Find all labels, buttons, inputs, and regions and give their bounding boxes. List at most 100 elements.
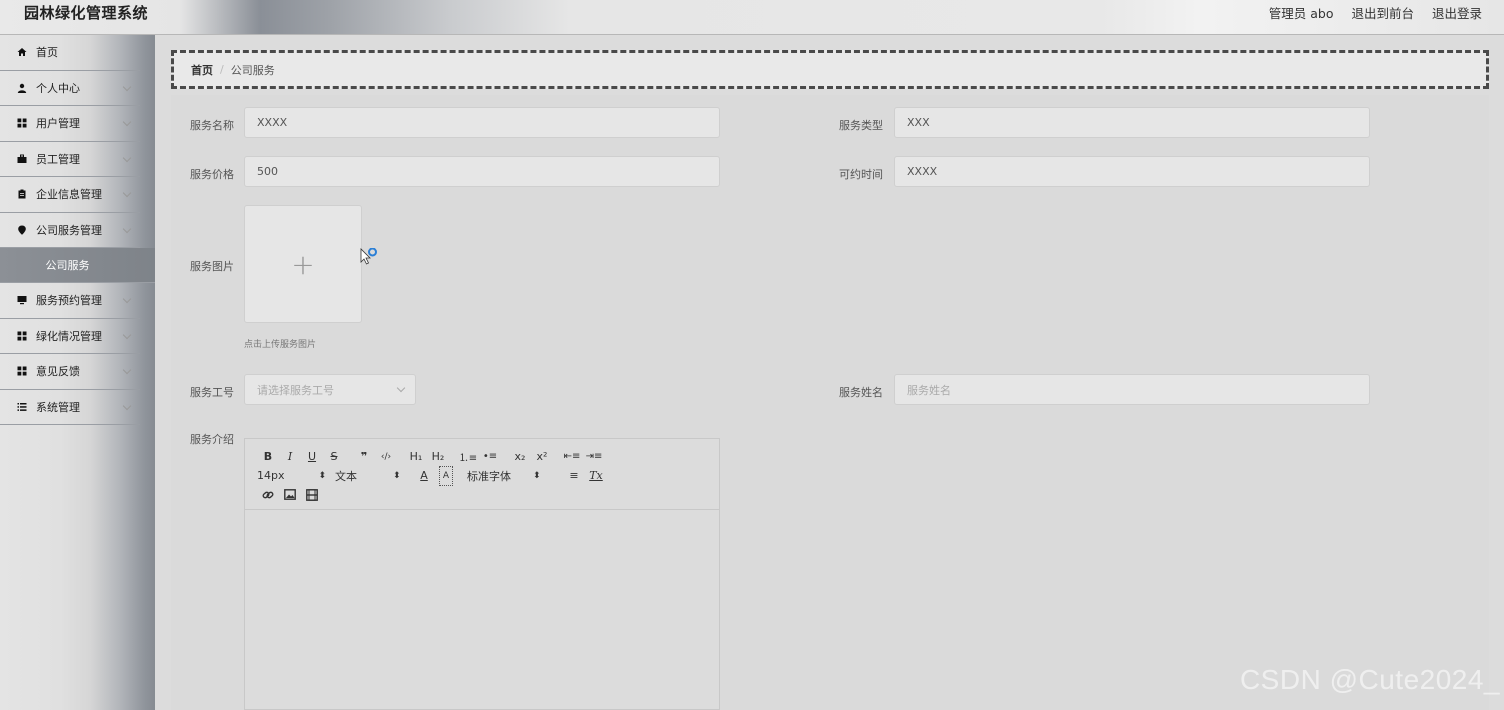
font-family-select[interactable]: 标准字体 ⬍: [467, 468, 563, 484]
font-size-select[interactable]: 14px ⬍: [257, 469, 335, 482]
code-block-button[interactable]: ‹/›: [375, 448, 397, 466]
sidebar-item-company-service[interactable]: 公司服务管理: [0, 213, 140, 248]
top-links: 管理员 abo 退出到前台 退出登录: [1269, 3, 1482, 22]
editor-content-area[interactable]: [245, 510, 719, 708]
breadcrumb-current: 公司服务: [230, 63, 275, 77]
logout-link[interactable]: 退出登录: [1432, 3, 1482, 22]
monitor-icon: [17, 295, 30, 305]
select-arrows-icon: ⬍: [393, 470, 401, 481]
staff-name-input[interactable]: 服务姓名: [894, 374, 1370, 405]
sidebar-item-label: 个人中心: [36, 81, 80, 95]
header-select[interactable]: 文本 ⬍: [335, 468, 413, 484]
sidebar-item-label: 意见反馈: [36, 365, 80, 379]
staff-number-label: 服务工号: [190, 386, 234, 399]
service-image-label: 服务图片: [190, 260, 234, 273]
staff-number-select[interactable]: 请选择服务工号: [244, 374, 416, 405]
sidebar-item-label: 绿化情况管理: [36, 329, 102, 343]
sidebar: 首页 个人中心 用户管理 员工管理 企业信息管理 公司服务管理 公司服务 服务预…: [0, 35, 155, 710]
breadcrumb: 首页 / 公司服务: [171, 50, 1489, 89]
briefcase-icon: [17, 154, 30, 164]
breadcrumb-home[interactable]: 首页: [191, 62, 213, 78]
video-icon[interactable]: [301, 486, 323, 504]
image-icon[interactable]: [279, 486, 301, 504]
watermark: CSDN @Cute2024_: [1239, 664, 1500, 695]
sidebar-subitem-company-service[interactable]: 公司服务: [0, 248, 155, 283]
heading2-button[interactable]: H₂: [427, 448, 449, 466]
superscript-button[interactable]: x²: [531, 448, 553, 466]
sidebar-item-home[interactable]: 首页: [0, 35, 140, 71]
available-time-label: 可约时间: [839, 168, 883, 181]
staff-number-placeholder: 请选择服务工号: [257, 383, 334, 397]
select-arrows-icon: ⬍: [318, 470, 327, 481]
service-name-label: 服务名称: [190, 119, 234, 132]
sidebar-item-label: 系统管理: [36, 400, 80, 414]
rich-text-editor: B I U S ❞ ‹/› H₁ H₂ ⒈≡ •≡ x₂ x² ⇤≡ ⇥≡ 14…: [244, 438, 720, 710]
chevron-down-icon: [122, 330, 132, 339]
service-intro-label: 服务介绍: [190, 433, 234, 446]
chevron-down-icon: [122, 153, 132, 162]
sidebar-item-company-info[interactable]: 企业信息管理: [0, 177, 140, 213]
top-bar: 园林绿化管理系统 管理员 abo 退出到前台 退出登录: [0, 0, 1504, 35]
list-icon: [17, 402, 30, 412]
chevron-down-icon: [122, 224, 132, 233]
sidebar-item-personal-center[interactable]: 个人中心: [0, 71, 140, 106]
grid-icon: [17, 366, 30, 376]
bold-button[interactable]: B: [257, 448, 279, 466]
background-color-button[interactable]: A: [439, 465, 453, 486]
sidebar-item-user-management[interactable]: 用户管理: [0, 106, 140, 142]
service-type-label: 服务类型: [839, 119, 883, 132]
sidebar-item-system-management[interactable]: 系统管理: [0, 390, 140, 425]
italic-button[interactable]: I: [279, 448, 301, 466]
font-family-value: 标准字体: [467, 469, 511, 483]
image-upload-button[interactable]: +: [244, 205, 362, 323]
sidebar-item-label: 员工管理: [36, 152, 80, 166]
upload-hint: 点击上传服务图片: [244, 340, 317, 350]
staff-name-label: 服务姓名: [839, 386, 883, 399]
indent-button[interactable]: ⇥≡: [583, 448, 605, 466]
chevron-down-icon: [122, 82, 132, 91]
ordered-list-button[interactable]: ⒈≡: [457, 448, 479, 466]
user-icon: [17, 83, 30, 93]
font-size-value: 14px: [257, 469, 285, 482]
outdent-button[interactable]: ⇤≡: [561, 448, 583, 466]
subscript-button[interactable]: x₂: [509, 448, 531, 466]
sidebar-item-label: 公司服务管理: [36, 223, 102, 237]
service-price-input[interactable]: 500: [244, 156, 720, 187]
header-value: 文本: [335, 469, 357, 483]
sidebar-item-label: 首页: [36, 46, 58, 60]
grid-icon: [17, 331, 30, 341]
map-marker-icon: [17, 225, 30, 235]
link-icon[interactable]: [257, 486, 279, 504]
chevron-down-icon: [396, 383, 406, 393]
plus-icon: +: [291, 247, 315, 281]
sidebar-item-label: 用户管理: [36, 117, 80, 131]
chevron-down-icon: [122, 294, 132, 304]
underline-button[interactable]: U: [301, 448, 323, 466]
home-icon: [17, 47, 30, 57]
service-price-label: 服务价格: [190, 168, 234, 181]
bullet-list-button[interactable]: •≡: [479, 448, 501, 466]
app-title: 园林绿化管理系统: [24, 4, 149, 22]
chevron-down-icon: [122, 401, 132, 410]
font-color-button[interactable]: A: [413, 467, 435, 485]
heading1-button[interactable]: H₁: [405, 448, 427, 466]
strike-button[interactable]: S: [323, 448, 345, 466]
chevron-down-icon: [122, 365, 132, 375]
align-button[interactable]: ≡: [563, 467, 585, 485]
sidebar-item-greening-management[interactable]: 绿化情况管理: [0, 319, 140, 354]
grid-icon: [17, 118, 30, 128]
sidebar-item-booking-management[interactable]: 服务预约管理: [0, 283, 140, 319]
select-arrows-icon: ⬍: [533, 470, 541, 481]
blockquote-button[interactable]: ❞: [353, 448, 375, 466]
sidebar-item-feedback[interactable]: 意见反馈: [0, 354, 140, 390]
chevron-down-icon: [122, 188, 132, 198]
admin-user-link[interactable]: 管理员 abo: [1269, 3, 1334, 22]
service-name-input[interactable]: XXXX: [244, 107, 720, 138]
service-type-input[interactable]: XXX: [894, 107, 1370, 138]
available-time-input[interactable]: XXXX: [894, 156, 1370, 187]
editor-toolbar: B I U S ❞ ‹/› H₁ H₂ ⒈≡ •≡ x₂ x² ⇤≡ ⇥≡ 14…: [245, 439, 719, 510]
clean-format-button[interactable]: Tx: [585, 467, 607, 485]
back-to-frontend-link[interactable]: 退出到前台: [1351, 3, 1414, 22]
mouse-cursor-icon: [360, 248, 377, 265]
sidebar-item-staff-management[interactable]: 员工管理: [0, 142, 140, 177]
